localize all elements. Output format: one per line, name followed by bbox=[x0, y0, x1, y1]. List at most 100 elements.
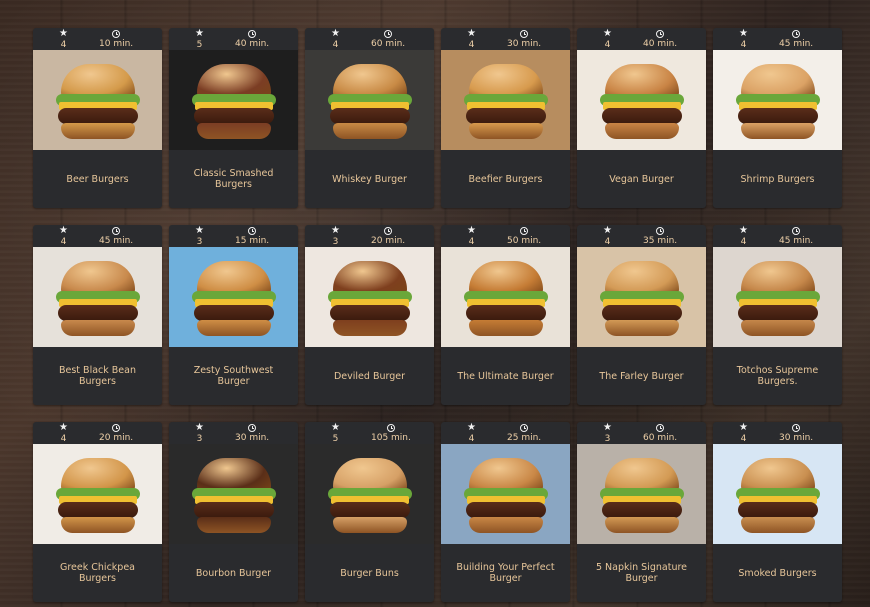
recipe-photo[interactable] bbox=[713, 50, 842, 150]
rating-value: 4 bbox=[740, 434, 747, 444]
time-value: 60 min. bbox=[371, 39, 406, 49]
recipe-title[interactable]: Beefier Burgers bbox=[441, 150, 570, 208]
burger-bun-top bbox=[740, 261, 815, 295]
recipe-title[interactable]: Totchos Supreme Burgers. bbox=[713, 347, 842, 405]
recipe-meta: ★ 3 30 min. bbox=[169, 422, 298, 445]
burger-patty bbox=[57, 305, 138, 321]
recipe-title[interactable]: Beer Burgers bbox=[33, 150, 162, 208]
recipe-photo[interactable] bbox=[33, 247, 162, 347]
rating-value: 4 bbox=[740, 237, 747, 247]
rating-value: 3 bbox=[196, 434, 203, 444]
recipe-photo[interactable] bbox=[577, 444, 706, 544]
recipe-title[interactable]: Classic Smashed Burgers bbox=[169, 150, 298, 208]
rating: ★ 4 bbox=[739, 29, 748, 51]
burger-bun-bottom bbox=[468, 320, 543, 336]
recipe-photo[interactable] bbox=[169, 444, 298, 544]
recipe-photo[interactable] bbox=[169, 247, 298, 347]
recipe-photo[interactable] bbox=[169, 50, 298, 150]
time-value: 15 min. bbox=[235, 236, 270, 246]
recipe-card[interactable]: ★ 3 20 min. Deviled Burger bbox=[305, 225, 434, 405]
recipe-meta: ★ 4 20 min. bbox=[33, 422, 162, 445]
recipe-photo[interactable] bbox=[713, 247, 842, 347]
recipe-card[interactable]: ★ 3 15 min. Zesty Southwest Burger bbox=[169, 225, 298, 405]
recipe-card[interactable]: ★ 4 25 min. Building Your Perfect Burger bbox=[441, 422, 570, 602]
recipe-card[interactable]: ★ 5 40 min. Classic Smashed Burgers bbox=[169, 28, 298, 208]
recipe-card[interactable]: ★ 3 30 min. Bourbon Burger bbox=[169, 422, 298, 602]
recipe-card[interactable]: ★ 3 60 min. 5 Napkin Signature Burger bbox=[577, 422, 706, 602]
burger-bun-bottom bbox=[60, 123, 135, 139]
burger-bun-top bbox=[740, 64, 815, 98]
time-value: 45 min. bbox=[99, 236, 134, 246]
star-icon: ★ bbox=[603, 225, 612, 236]
recipe-card[interactable]: ★ 4 60 min. Whiskey Burger bbox=[305, 28, 434, 208]
recipe-title[interactable]: Greek Chickpea Burgers bbox=[33, 544, 162, 602]
burger-bun-top bbox=[604, 64, 679, 98]
recipe-title[interactable]: Burger Buns bbox=[305, 544, 434, 602]
recipe-photo[interactable] bbox=[305, 50, 434, 150]
burger-patty bbox=[737, 502, 818, 518]
time-value: 60 min. bbox=[643, 433, 678, 443]
rating-value: 4 bbox=[468, 237, 475, 247]
recipe-title[interactable]: Smoked Burgers bbox=[713, 544, 842, 602]
burger-patty bbox=[737, 305, 818, 321]
burger-bun-top bbox=[468, 458, 543, 492]
recipe-title[interactable]: The Ultimate Burger bbox=[441, 347, 570, 405]
recipe-photo[interactable] bbox=[305, 247, 434, 347]
recipe-photo[interactable] bbox=[441, 247, 570, 347]
star-icon: ★ bbox=[195, 225, 204, 236]
rating: ★ 4 bbox=[467, 225, 476, 248]
recipe-card[interactable]: ★ 4 35 min. The Farley Burger bbox=[577, 225, 706, 405]
burger-bun-bottom bbox=[604, 320, 679, 336]
clock-icon bbox=[520, 227, 529, 235]
burger-bun-top bbox=[196, 458, 271, 492]
recipe-card[interactable]: ★ 5 105 min. Burger Buns bbox=[305, 422, 434, 602]
recipe-title[interactable]: Vegan Burger bbox=[577, 150, 706, 208]
rating-value: 4 bbox=[740, 40, 747, 50]
recipe-photo[interactable] bbox=[713, 444, 842, 544]
burger-patty bbox=[601, 502, 682, 518]
recipe-title[interactable]: 5 Napkin Signature Burger bbox=[577, 544, 706, 602]
recipe-card[interactable]: ★ 4 30 min. Beefier Burgers bbox=[441, 28, 570, 208]
recipe-title[interactable]: Whiskey Burger bbox=[305, 150, 434, 208]
recipe-meta: ★ 4 30 min. bbox=[441, 28, 570, 51]
recipe-title[interactable]: The Farley Burger bbox=[577, 347, 706, 405]
cook-time: 105 min. bbox=[371, 423, 411, 443]
recipe-photo[interactable] bbox=[33, 444, 162, 544]
time-value: 25 min. bbox=[507, 433, 542, 443]
recipe-title[interactable]: Deviled Burger bbox=[305, 347, 434, 405]
recipe-photo[interactable] bbox=[577, 247, 706, 347]
recipe-title[interactable]: Zesty Southwest Burger bbox=[169, 347, 298, 405]
burger-patty bbox=[57, 502, 138, 518]
rating-value: 5 bbox=[196, 40, 203, 50]
cook-time: 20 min. bbox=[371, 226, 405, 246]
recipe-photo[interactable] bbox=[305, 444, 434, 544]
clock-icon bbox=[656, 227, 665, 235]
star-icon: ★ bbox=[739, 422, 748, 433]
recipe-photo[interactable] bbox=[577, 50, 706, 150]
burger-bun-bottom bbox=[332, 517, 407, 533]
recipe-photo[interactable] bbox=[33, 50, 162, 150]
recipe-card[interactable]: ★ 4 40 min. Vegan Burger bbox=[577, 28, 706, 208]
recipe-title[interactable]: Building Your Perfect Burger bbox=[441, 544, 570, 602]
recipe-card[interactable]: ★ 4 10 min. Beer Burgers bbox=[33, 28, 162, 208]
star-icon: ★ bbox=[195, 422, 204, 433]
burger-bun-top bbox=[60, 261, 135, 295]
rating-value: 3 bbox=[196, 237, 203, 247]
recipe-title[interactable]: Best Black Bean Burgers bbox=[33, 347, 162, 405]
recipe-card[interactable]: ★ 4 45 min. Totchos Supreme Burgers. bbox=[713, 225, 842, 405]
time-value: 30 min. bbox=[235, 433, 270, 443]
recipe-card[interactable]: ★ 4 45 min. Shrimp Burgers bbox=[713, 28, 842, 208]
recipe-photo[interactable] bbox=[441, 50, 570, 150]
recipe-card[interactable]: ★ 4 50 min. The Ultimate Burger bbox=[441, 225, 570, 405]
clock-icon bbox=[656, 30, 665, 38]
recipe-title[interactable]: Bourbon Burger bbox=[169, 544, 298, 602]
rating-value: 5 bbox=[332, 434, 339, 444]
star-icon: ★ bbox=[467, 225, 476, 236]
recipe-card[interactable]: ★ 4 45 min. Best Black Bean Burgers bbox=[33, 225, 162, 405]
recipe-card[interactable]: ★ 4 20 min. Greek Chickpea Burgers bbox=[33, 422, 162, 602]
recipe-card[interactable]: ★ 4 30 min. Smoked Burgers bbox=[713, 422, 842, 602]
time-value: 20 min. bbox=[371, 236, 406, 246]
recipe-title[interactable]: Shrimp Burgers bbox=[713, 150, 842, 208]
recipe-photo[interactable] bbox=[441, 444, 570, 544]
burger-patty bbox=[601, 305, 682, 321]
